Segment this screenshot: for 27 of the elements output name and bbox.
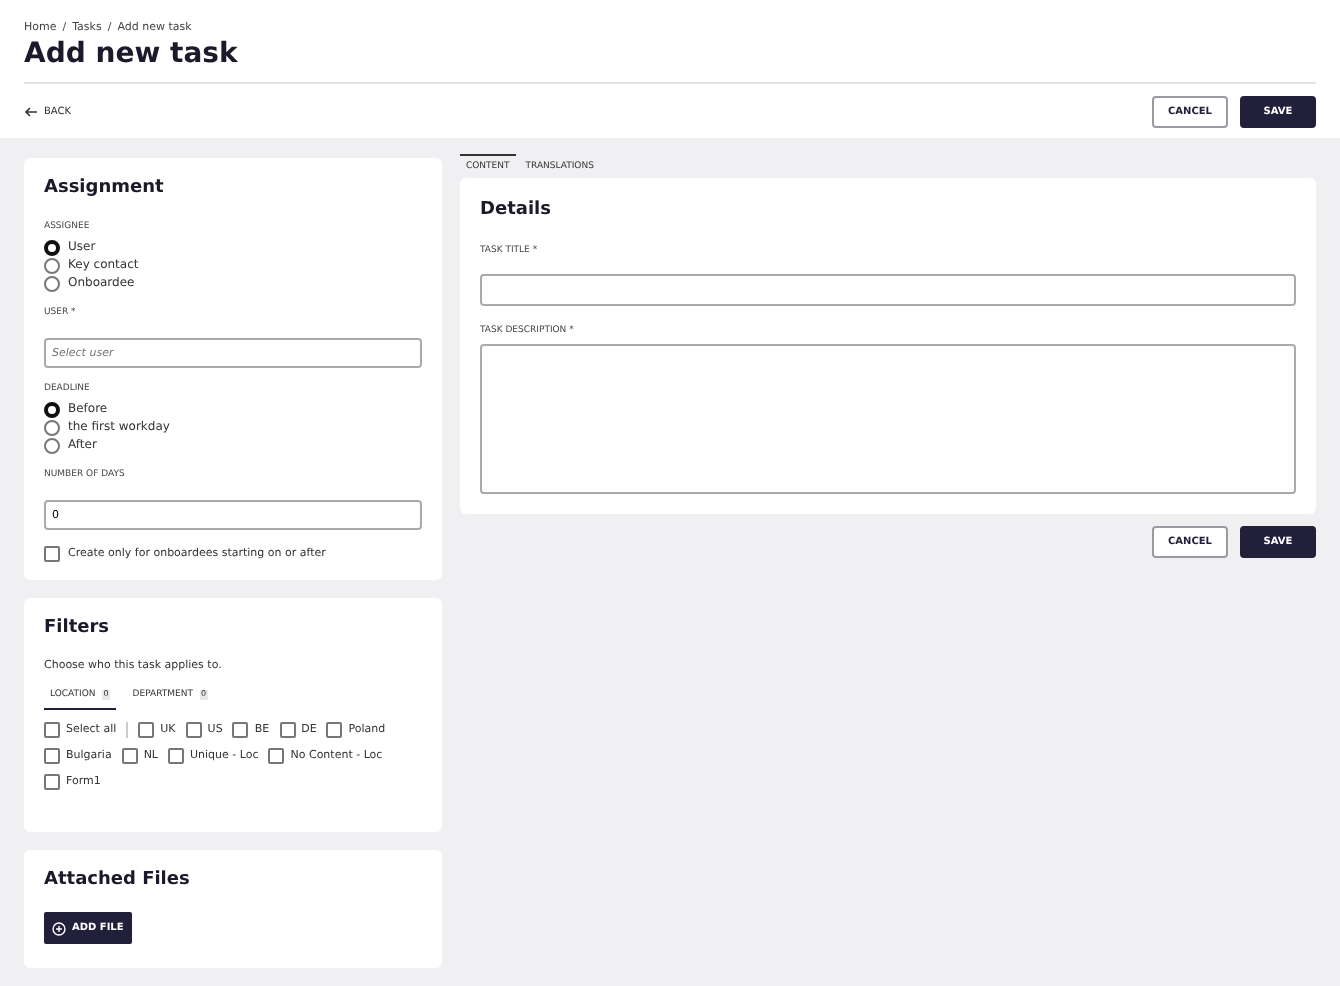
checkbox[interactable]	[44, 774, 60, 791]
checkbox[interactable]	[44, 748, 60, 765]
checkbox[interactable]	[121, 748, 138, 765]
section-title: Attached Files	[44, 870, 192, 893]
checkbox[interactable]	[138, 722, 155, 739]
section-title: Filters	[44, 618, 112, 641]
radio-button[interactable]	[44, 275, 60, 292]
checkbox[interactable]	[44, 546, 60, 563]
radio-button[interactable]	[44, 401, 60, 418]
checkbox[interactable]	[326, 722, 343, 739]
section-title: Assignment	[44, 178, 166, 200]
page-title: Add new task	[24, 35, 240, 72]
radio-button[interactable]	[44, 239, 60, 256]
checkbox[interactable]	[232, 722, 249, 739]
arrow-left-icon	[24, 105, 38, 118]
radio-button[interactable]	[44, 257, 60, 274]
checkbox[interactable]	[44, 722, 60, 739]
radio-button[interactable]	[44, 437, 60, 454]
radio-button[interactable]	[44, 419, 60, 436]
task-description-field[interactable]	[480, 343, 1296, 494]
checkbox[interactable]	[279, 722, 296, 739]
checkbox[interactable]	[268, 748, 285, 765]
checkbox[interactable]	[168, 748, 184, 765]
plus-circle-icon	[52, 921, 66, 936]
section-title: Details	[480, 200, 553, 222]
checkbox[interactable]	[185, 722, 202, 739]
task-title-field[interactable]	[480, 274, 1296, 307]
